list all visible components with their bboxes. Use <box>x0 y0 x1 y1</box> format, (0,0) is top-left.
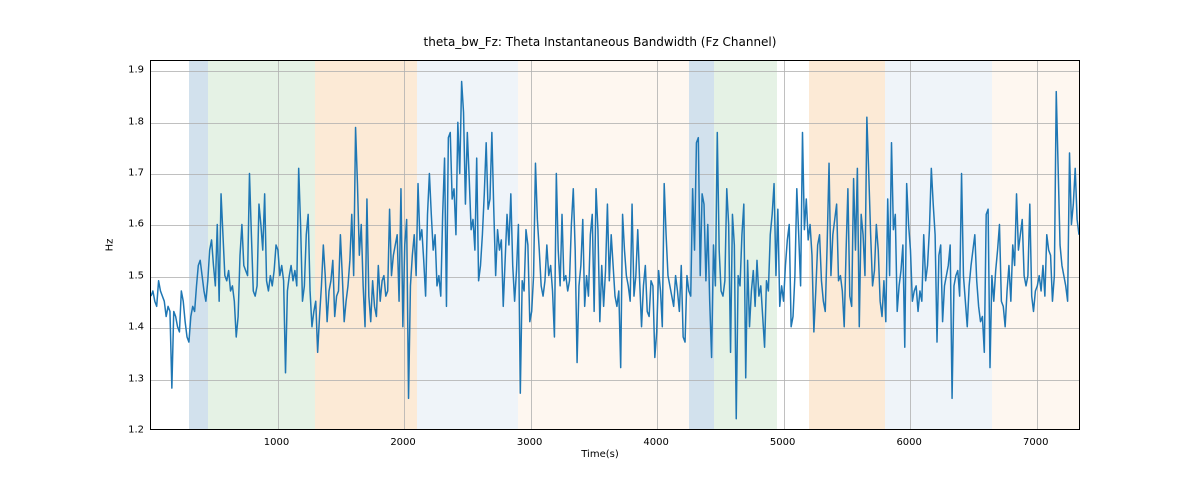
x-tick-label: 2000 <box>390 432 415 448</box>
y-tick-label: 1.3 <box>0 373 144 384</box>
y-tick-label: 1.8 <box>0 116 144 127</box>
y-tick-label: 1.7 <box>0 168 144 179</box>
line-series <box>151 61 1079 429</box>
x-tick-label: 1000 <box>264 432 289 448</box>
chart-title: theta_bw_Fz: Theta Instantaneous Bandwid… <box>0 35 1200 49</box>
x-tick-label: 5000 <box>770 432 795 448</box>
x-tick-label: 3000 <box>517 432 542 448</box>
figure: theta_bw_Fz: Theta Instantaneous Bandwid… <box>0 0 1200 500</box>
y-tick-label: 1.4 <box>0 322 144 333</box>
x-axis-label: Time(s) <box>0 449 1200 460</box>
plot-area <box>150 60 1080 430</box>
x-tick-label: 6000 <box>896 432 921 448</box>
x-tick-label: 4000 <box>643 432 668 448</box>
y-tick-label: 1.9 <box>0 65 144 76</box>
y-tick-label: 1.5 <box>0 270 144 281</box>
y-tick-label: 1.2 <box>0 425 144 436</box>
x-tick-label: 7000 <box>1023 432 1048 448</box>
y-tick-label: 1.6 <box>0 219 144 230</box>
y-axis-label: Hz <box>105 239 116 252</box>
